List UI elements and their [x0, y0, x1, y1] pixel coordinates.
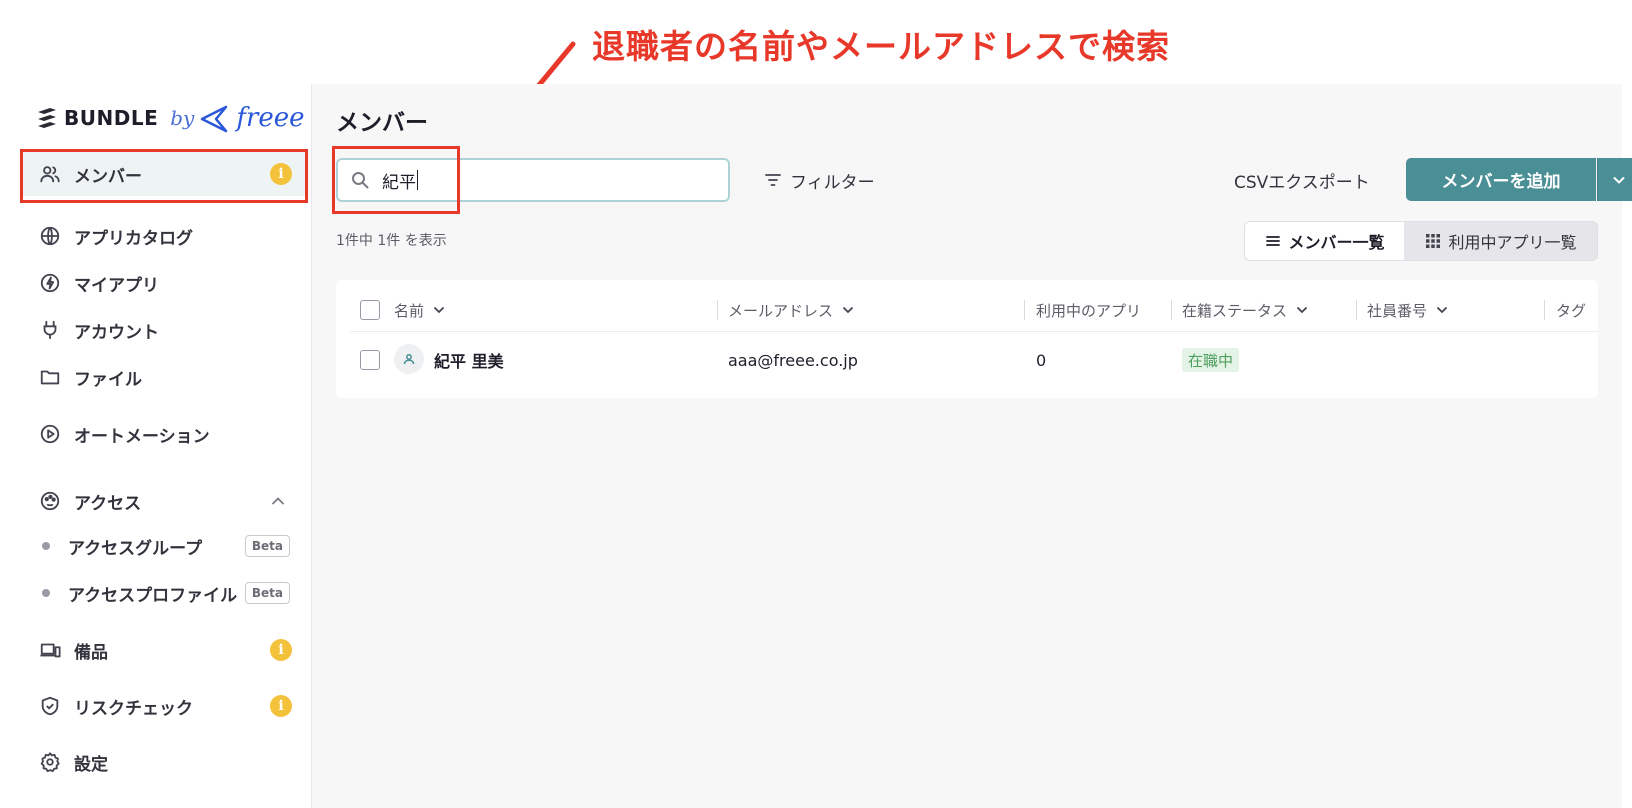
chevron-down-icon [1613, 176, 1625, 184]
plug-icon [38, 318, 62, 342]
column-divider[interactable] [1024, 300, 1025, 320]
csv-export-button[interactable]: CSVエクスポート [1234, 166, 1370, 194]
page-title: メンバー [336, 110, 428, 136]
chevron-up-icon[interactable] [270, 493, 286, 509]
status-badge: 在職中 [1182, 348, 1240, 372]
column-header-tags[interactable]: タグ [1556, 294, 1586, 326]
column-label: タグ [1556, 301, 1587, 320]
freee-bird-icon [201, 105, 228, 133]
add-member-dropdown-button[interactable] [1597, 158, 1632, 201]
column-label: 社員番号 [1367, 301, 1428, 320]
sidebar-item-label: ファイル [74, 369, 142, 390]
member-name-link[interactable]: 紀平 里美 [434, 342, 504, 378]
column-header-employee-number[interactable]: 社員番号 [1367, 294, 1449, 326]
bullet-icon [42, 542, 50, 550]
globe-icon [38, 224, 62, 248]
sidebar-item-accounts[interactable]: アカウント [22, 308, 306, 352]
column-divider[interactable] [1171, 300, 1172, 320]
user-icon [403, 354, 415, 365]
bolt-icon [38, 271, 62, 295]
column-label: 在籍ステータス [1182, 301, 1288, 320]
sidebar-item-equipment[interactable]: 備品 i [22, 628, 306, 672]
select-all-checkbox[interactable] [360, 300, 380, 320]
column-header-name[interactable]: 名前 [394, 294, 446, 326]
sidebar-item-risk-check[interactable]: リスクチェック i [22, 684, 306, 728]
view-toggle: メンバー一覧 利用中アプリ一覧 [1244, 221, 1598, 261]
sidebar-item-label: 備品 [74, 642, 108, 663]
sidebar-item-label: アカウント [74, 322, 159, 343]
column-label: メールアドレス [728, 301, 834, 320]
filter-icon [765, 174, 781, 186]
result-count: 1件中 1件 を表示 [336, 233, 447, 249]
sidebar-subitem-access-group[interactable]: アクセスグループ Beta [22, 526, 306, 566]
member-app-count: 0 [1036, 350, 1047, 370]
bundle-logo[interactable]: BUNDLE by freee [36, 100, 305, 136]
column-label: 名前 [394, 301, 425, 320]
gear-icon [38, 750, 62, 774]
list-icon [1265, 236, 1280, 246]
sidebar-item-files[interactable]: ファイル [22, 355, 306, 399]
sidebar-item-label: オートメーション [74, 426, 210, 447]
member-list-tab[interactable]: メンバー一覧 [1245, 222, 1405, 260]
apps-in-use-label: 利用中アプリ一覧 [1448, 233, 1577, 252]
column-header-status[interactable]: 在籍ステータス [1182, 294, 1309, 326]
chevron-down-icon [1297, 307, 1307, 314]
column-divider[interactable] [717, 300, 718, 320]
sidebar-item-label: 設定 [74, 754, 108, 775]
column-divider[interactable] [1356, 300, 1357, 320]
beta-badge: Beta [244, 535, 290, 557]
sidebar-item-label: リスクチェック [74, 698, 193, 719]
chevron-down-icon [843, 307, 853, 314]
palette-icon [38, 489, 62, 513]
sidebar-subitem-access-profile[interactable]: アクセスプロファイル Beta [22, 573, 306, 613]
sidebar-subitem-label: アクセスグループ [68, 538, 203, 559]
chevron-down-icon [1437, 307, 1447, 314]
beta-badge: Beta [244, 582, 290, 604]
annotation-text: 退職者の名前やメールアドレスで検索 [592, 27, 1170, 66]
header-divider [350, 331, 1598, 332]
column-divider[interactable] [1544, 300, 1545, 320]
play-icon [38, 422, 62, 446]
sidebar-item-label: アクセス [74, 493, 142, 514]
column-header-apps-in-use[interactable]: 利用中のアプリ [1036, 294, 1141, 326]
chevron-down-icon [434, 307, 444, 314]
highlight-box-members [20, 149, 308, 203]
shield-icon [38, 694, 62, 718]
sidebar-item-app-catalog[interactable]: アプリカタログ [22, 214, 306, 258]
add-member-button[interactable]: メンバーを追加 [1406, 158, 1596, 201]
sidebar-item-automation[interactable]: オートメーション [22, 412, 306, 456]
row-checkbox[interactable] [360, 350, 380, 370]
logo-word: BUNDLE [64, 106, 159, 130]
member-list-label: メンバー一覧 [1288, 233, 1385, 252]
filter-button[interactable]: フィルター [764, 166, 875, 194]
column-label: 利用中のアプリ [1036, 301, 1142, 320]
apps-in-use-tab[interactable]: 利用中アプリ一覧 [1404, 222, 1597, 260]
grid-icon [1425, 234, 1440, 248]
filter-label: フィルター [790, 172, 875, 193]
member-email: aaa@freee.co.jp [728, 350, 858, 370]
logo-freee: freee [236, 103, 305, 133]
sidebar-item-access[interactable]: アクセス [22, 479, 306, 523]
devices-icon [38, 638, 62, 662]
folder-icon [38, 365, 62, 389]
sidebar-item-label: マイアプリ [74, 275, 159, 296]
members-table: 名前 メールアドレス 利用中のアプリ 在籍ステータス 社員番号 タグ 紀平 里美… [336, 280, 1598, 398]
sidebar-subitem-label: アクセスプロファイル [68, 585, 238, 606]
sidebar-item-settings[interactable]: 設定 [22, 740, 306, 784]
sidebar-item-my-apps[interactable]: マイアプリ [22, 261, 306, 305]
bullet-icon [42, 589, 50, 597]
bundle-logo-icon [38, 108, 56, 128]
avatar [394, 344, 424, 374]
info-icon: i [270, 639, 292, 661]
sidebar-item-label: アプリカタログ [74, 228, 193, 249]
logo-by: by [170, 106, 195, 130]
column-header-email[interactable]: メールアドレス [728, 294, 855, 326]
highlight-box-search [332, 146, 460, 214]
info-icon: i [270, 695, 292, 717]
